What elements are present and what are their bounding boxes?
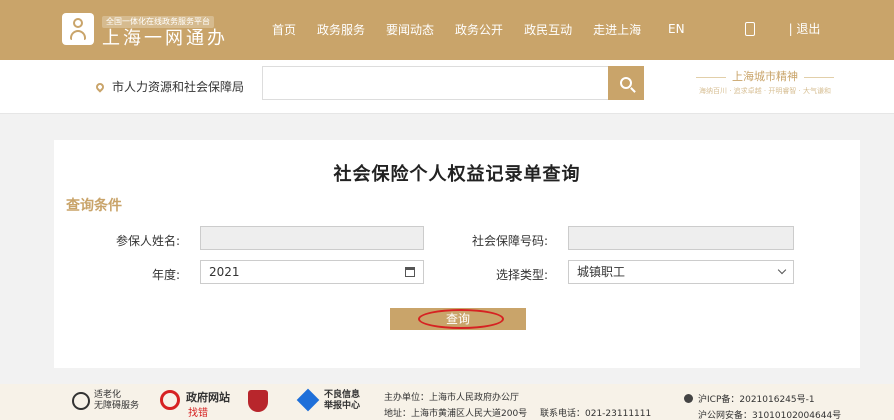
department-selector[interactable]: 市人力资源和社会保障局 [94,78,245,95]
calendar-icon[interactable] [405,267,415,277]
lang-switch[interactable]: EN [668,22,685,36]
party-badge-icon[interactable] [248,390,268,412]
brand[interactable]: 全国一体化在线政务服务平台 上海一网通办 [62,10,228,49]
nav-news[interactable]: 要闻动态 [386,20,434,40]
mobile-icon[interactable] [744,21,755,36]
chevron-down-icon [777,265,787,275]
nav-government-services[interactable]: 政务服务 [317,20,365,40]
logout-button[interactable]: | 退出 [789,20,821,37]
ssn-field[interactable] [568,226,794,250]
main-nav: 首页 政务服务 要闻动态 政务公开 政民互动 走进上海 [272,20,662,40]
gov-site-sub[interactable]: 找错 [188,404,208,419]
nav-about-shanghai[interactable]: 走进上海 [593,20,641,40]
icp-info[interactable]: 沪ICP备：2021016245号-1 [698,392,815,405]
elder-accessibility-link[interactable]: 适老化 无障碍服务 [94,390,139,412]
accessibility-icon[interactable] [72,392,90,410]
gov-site-icon[interactable] [160,390,180,410]
search-button[interactable] [608,66,644,100]
name-label: 参保人姓名: [115,234,180,248]
nav-interaction[interactable]: 政民互动 [524,20,572,40]
footer: 适老化 无障碍服务 政府网站 找错 不良信息 举报中心 主办单位：上海市人民政府… [0,384,894,420]
nav-home[interactable]: 首页 [272,20,296,40]
top-navbar: 全国一体化在线政务服务平台 上海一网通办 首页 政务服务 要闻动态 政务公开 政… [0,0,894,60]
search-icon [620,77,632,89]
police-record-info[interactable]: 沪公网安备：31010102004644号 [698,408,841,420]
section-title: 查询条件 [66,198,122,214]
query-card: 社会保险个人权益记录单查询 查询条件 参保人姓名: 社会保障号码: 年度: 20… [54,140,860,368]
page-title: 社会保险个人权益记录单查询 [333,164,581,185]
icp-icon [684,394,693,403]
name-field[interactable] [200,226,424,250]
nav-public-info[interactable]: 政务公开 [455,20,503,40]
report-center-icon[interactable] [296,388,320,412]
platform-tag: 全国一体化在线政务服务平台 [102,15,214,28]
phone-info: 联系电话：021-23111111 [540,409,652,419]
year-value: 2021 [209,265,240,279]
type-value: 城镇职工 [577,265,626,279]
type-select[interactable]: 城镇职工 [568,260,794,284]
logo-icon [62,13,94,45]
host-info: 主办单位：上海市人民政府办公厅 [384,393,520,403]
ssn-label: 社会保障号码: [471,234,548,248]
city-spirit: 上海城市精神 海纳百川 · 追求卓越 · 开明睿智 · 大气谦和 [680,70,850,98]
year-field[interactable]: 2021 [200,260,424,284]
location-pin-icon [94,80,106,93]
report-center-link[interactable]: 不良信息 举报中心 [324,390,360,412]
department-name: 市人力资源和社会保障局 [112,80,245,94]
search-input[interactable] [262,66,610,100]
type-label: 选择类型: [495,268,548,282]
brand-name: 上海一网通办 [102,27,228,49]
address-info: 地址：上海市黄浦区人民大道200号 [384,409,528,419]
highlight-annotation [418,309,504,329]
year-label: 年度: [151,268,180,282]
gov-site-link[interactable]: 政府网站 [186,389,230,405]
search-bar: 市人力资源和社会保障局 上海城市精神 海纳百川 · 追求卓越 · 开明睿智 · … [0,60,894,114]
